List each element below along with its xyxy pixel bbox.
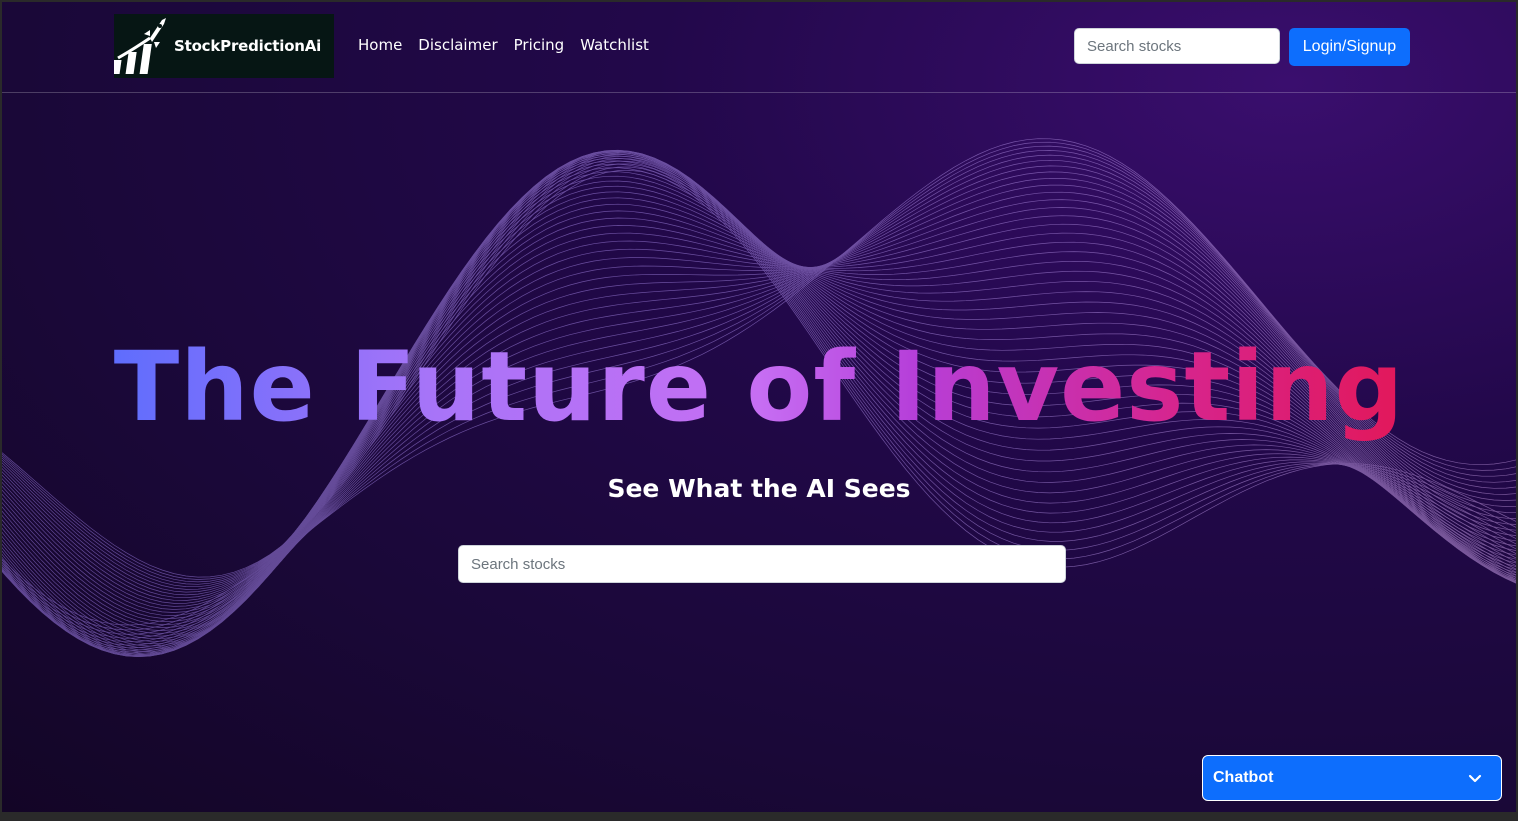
page-frame: StockPredictionAi Home Disclaimer Pricin… [2,2,1516,812]
login-signup-button[interactable]: Login/Signup [1289,28,1410,66]
chatbot-toggle[interactable]: Chatbot [1202,755,1502,801]
nav-link-watchlist[interactable]: Watchlist [580,36,649,54]
rocket-chart-icon [114,18,166,74]
nav-link-pricing[interactable]: Pricing [514,36,565,54]
chevron-down-icon[interactable] [1467,770,1483,786]
brand[interactable]: StockPredictionAi [114,14,334,78]
navbar: StockPredictionAi Home Disclaimer Pricin… [2,2,1516,93]
chatbot-label: Chatbot [1213,769,1274,786]
hero-title-text: The Future of Investing [113,331,1405,443]
nav-link-home[interactable]: Home [358,36,402,54]
hero-subtitle: See What the AI Sees [607,474,911,503]
nav-link-disclaimer[interactable]: Disclaimer [418,36,497,54]
brand-name: StockPredictionAi [174,37,322,55]
hero-search-input[interactable] [458,545,1066,583]
hero-title: The Future of Investing [2,332,1516,442]
nav-search-input[interactable] [1074,28,1280,64]
nav-links: Home Disclaimer Pricing Watchlist [358,36,649,54]
